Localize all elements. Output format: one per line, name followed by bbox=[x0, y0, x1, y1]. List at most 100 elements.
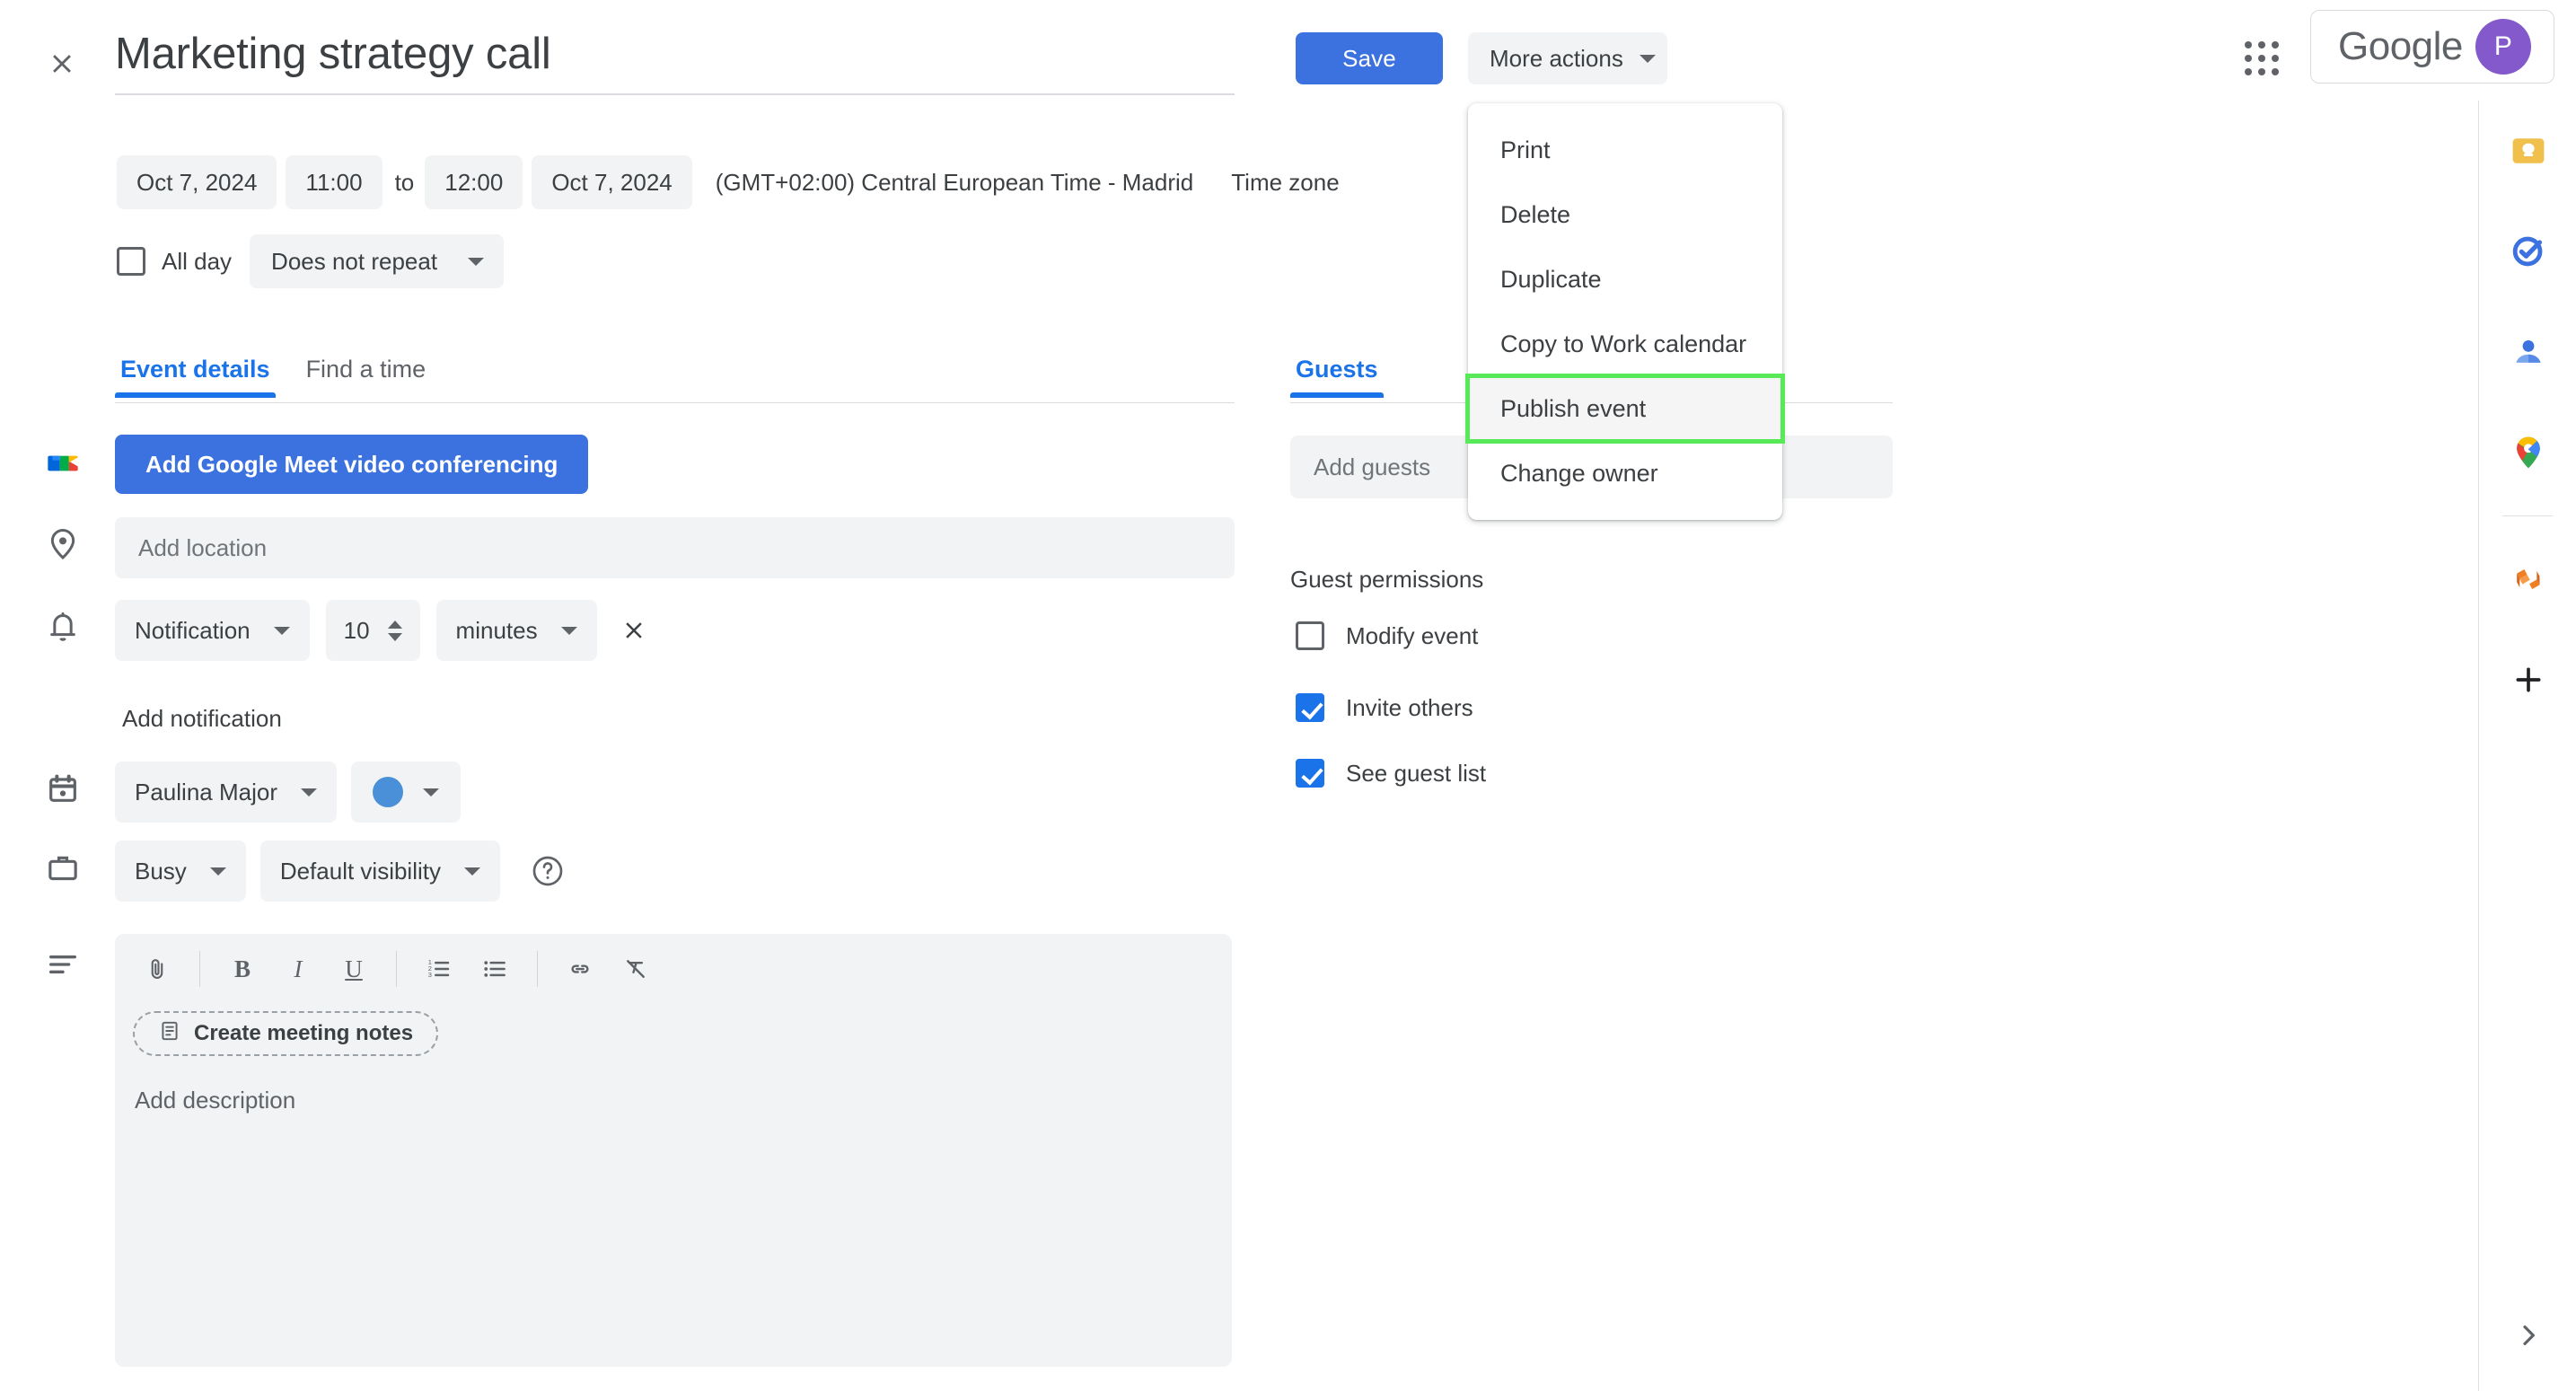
bold-icon[interactable]: B bbox=[218, 945, 267, 993]
expand-rail-button[interactable] bbox=[2479, 1310, 2576, 1364]
svg-text:3: 3 bbox=[428, 971, 432, 979]
calendar-owner-row: Paulina Major bbox=[115, 762, 461, 823]
notification-value-stepper[interactable]: 10 bbox=[326, 600, 420, 661]
add-notification-button[interactable]: Add notification bbox=[115, 696, 289, 742]
add-addon-icon[interactable] bbox=[2479, 629, 2576, 730]
end-time-field[interactable]: 12:00 bbox=[425, 155, 523, 209]
toolbar-divider bbox=[396, 951, 397, 987]
google-maps-icon[interactable] bbox=[2479, 402, 2576, 503]
attach-icon[interactable] bbox=[133, 945, 181, 993]
permission-label: Invite others bbox=[1346, 694, 1473, 722]
menu-item-change-owner[interactable]: Change owner bbox=[1468, 441, 1782, 506]
google-meet-icon bbox=[43, 444, 83, 483]
italic-icon[interactable]: I bbox=[274, 945, 322, 993]
menu-item-delete[interactable]: Delete bbox=[1468, 182, 1782, 247]
menu-item-duplicate[interactable]: Duplicate bbox=[1468, 247, 1782, 312]
repeat-label: Does not repeat bbox=[271, 248, 437, 276]
account-chip[interactable]: Google P bbox=[2310, 10, 2554, 84]
timezone-text: (GMT+02:00) Central European Time - Madr… bbox=[716, 169, 1194, 197]
google-tasks-icon[interactable] bbox=[2479, 201, 2576, 302]
location-input[interactable] bbox=[115, 517, 1235, 578]
location-pin-icon bbox=[43, 524, 83, 564]
help-circle-icon[interactable] bbox=[527, 850, 568, 892]
rail-divider bbox=[2502, 515, 2553, 516]
timezone-button[interactable]: Time zone bbox=[1218, 158, 1351, 207]
end-date-field[interactable]: Oct 7, 2024 bbox=[532, 155, 691, 209]
tab-divider-left bbox=[115, 402, 1235, 403]
repeat-select[interactable]: Does not repeat bbox=[250, 234, 504, 288]
permission-label: See guest list bbox=[1346, 760, 1486, 788]
notification-type-label: Notification bbox=[135, 617, 251, 645]
save-button[interactable]: Save bbox=[1296, 32, 1443, 84]
permission-modify-event[interactable]: Modify event bbox=[1296, 621, 1478, 650]
menu-item-copy-to-work-calendar[interactable]: Copy to Work calendar bbox=[1468, 312, 1782, 376]
close-icon bbox=[47, 48, 77, 84]
permission-label: Modify event bbox=[1346, 622, 1478, 650]
description-placeholder[interactable]: Add description bbox=[135, 1087, 1232, 1114]
toolbar-divider bbox=[199, 951, 200, 987]
close-button[interactable] bbox=[39, 42, 85, 89]
calendar-icon bbox=[43, 769, 83, 808]
invite-others-checkbox[interactable] bbox=[1296, 693, 1324, 722]
all-day-checkbox[interactable] bbox=[117, 247, 145, 276]
description-toolbar: B I U 1 2 3 bbox=[115, 934, 1232, 1004]
apps-grid-icon[interactable] bbox=[2238, 34, 2288, 84]
google-wordmark: Google bbox=[2338, 24, 2463, 69]
tab-guests[interactable]: Guests bbox=[1290, 356, 1384, 398]
document-icon bbox=[158, 1019, 181, 1049]
google-contacts-icon[interactable] bbox=[2479, 302, 2576, 402]
briefcase-icon bbox=[43, 848, 83, 887]
chevron-down-icon bbox=[210, 867, 226, 876]
create-meeting-notes-label: Create meeting notes bbox=[194, 1021, 413, 1046]
notification-row: Notification 10 minutes bbox=[115, 600, 655, 661]
chevron-down-icon bbox=[1640, 55, 1656, 63]
chevron-down-icon bbox=[274, 627, 290, 635]
permission-invite-others[interactable]: Invite others bbox=[1296, 693, 1473, 722]
bell-icon bbox=[43, 607, 83, 647]
more-actions-label: More actions bbox=[1490, 45, 1623, 73]
menu-item-print[interactable]: Print bbox=[1468, 118, 1782, 182]
numbered-list-icon[interactable]: 1 2 3 bbox=[415, 945, 463, 993]
link-icon[interactable] bbox=[556, 945, 604, 993]
event-color-select[interactable] bbox=[351, 762, 461, 823]
clear-formatting-icon[interactable] bbox=[611, 945, 660, 993]
visibility-label: Default visibility bbox=[280, 858, 441, 885]
to-label: to bbox=[395, 169, 415, 197]
see-guest-list-checkbox[interactable] bbox=[1296, 759, 1324, 788]
tab-find-a-time[interactable]: Find a time bbox=[301, 356, 432, 398]
notification-value: 10 bbox=[344, 617, 370, 645]
calendar-owner-label: Paulina Major bbox=[135, 779, 277, 806]
description-lines-icon bbox=[43, 945, 83, 984]
guest-permissions-title: Guest permissions bbox=[1290, 566, 1483, 594]
create-meeting-notes-button[interactable]: Create meeting notes bbox=[133, 1011, 438, 1056]
chevron-down-icon bbox=[468, 258, 484, 266]
all-day-label: All day bbox=[162, 248, 232, 276]
event-title-field[interactable]: Marketing strategy call bbox=[115, 25, 1235, 95]
permission-see-guest-list[interactable]: See guest list bbox=[1296, 759, 1486, 788]
underline-icon[interactable]: U bbox=[330, 945, 378, 993]
start-time-field[interactable]: 11:00 bbox=[286, 155, 382, 209]
chevron-down-icon bbox=[561, 627, 577, 635]
calendar-owner-select[interactable]: Paulina Major bbox=[115, 762, 337, 823]
remove-notification-button[interactable] bbox=[613, 610, 655, 651]
notification-unit-select[interactable]: minutes bbox=[436, 600, 597, 661]
visibility-select[interactable]: Default visibility bbox=[260, 841, 500, 902]
availability-select[interactable]: Busy bbox=[115, 841, 246, 902]
modify-event-checkbox[interactable] bbox=[1296, 621, 1324, 650]
start-date-field[interactable]: Oct 7, 2024 bbox=[117, 155, 277, 209]
bulleted-list-icon[interactable] bbox=[470, 945, 519, 993]
event-editor-page: Marketing strategy call Save More action… bbox=[0, 0, 2576, 1391]
avatar[interactable]: P bbox=[2475, 19, 2531, 75]
more-actions-button[interactable]: More actions bbox=[1468, 32, 1667, 84]
availability-row: Busy Default visibility bbox=[115, 841, 568, 902]
add-google-meet-button[interactable]: Add Google Meet video conferencing bbox=[115, 435, 588, 494]
page-title[interactable]: Marketing strategy call bbox=[115, 25, 1235, 95]
google-keep-icon[interactable] bbox=[2479, 101, 2576, 201]
datetime-row: Oct 7, 2024 11:00 to 12:00 Oct 7, 2024 (… bbox=[117, 155, 1352, 209]
stepper-arrows-icon[interactable] bbox=[388, 621, 402, 641]
tab-event-details[interactable]: Event details bbox=[115, 356, 276, 398]
orange-app-icon[interactable] bbox=[2479, 529, 2576, 629]
notification-type-select[interactable]: Notification bbox=[115, 600, 310, 661]
notification-unit-label: minutes bbox=[456, 617, 538, 645]
menu-item-publish-event[interactable]: Publish event bbox=[1468, 376, 1782, 441]
